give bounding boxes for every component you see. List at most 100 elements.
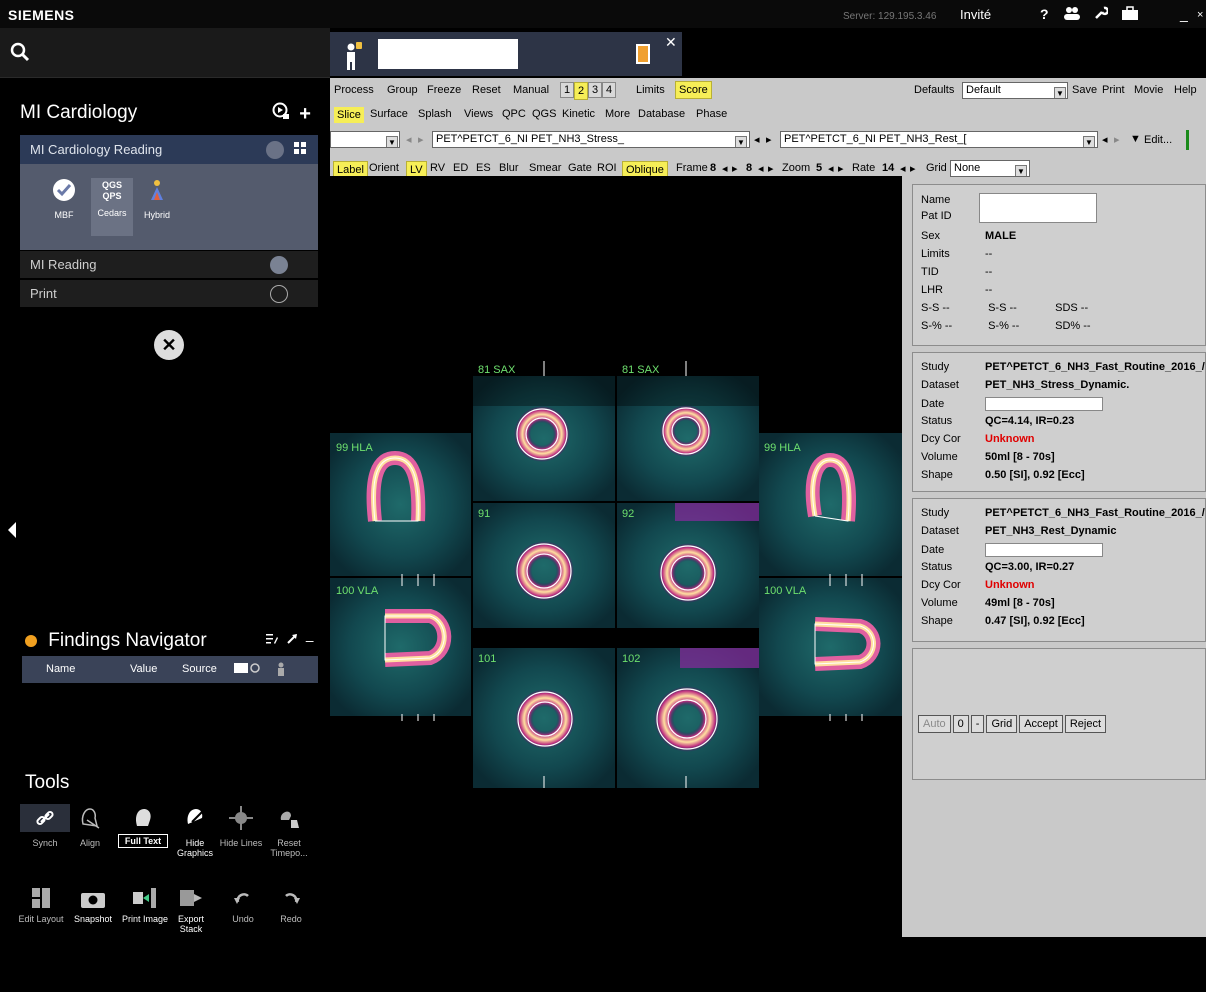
play-workflow-icon[interactable] [272, 102, 295, 125]
grid-view-icon[interactable] [294, 142, 306, 157]
arrow-right-icon[interactable]: ▸ [1114, 133, 1120, 146]
arrow-right-icon[interactable]: ▸ [910, 162, 916, 175]
menu-slice[interactable]: Slice [334, 107, 364, 123]
export-stack-tool[interactable]: Export Stack [166, 884, 216, 934]
page-3-button[interactable]: 3 [588, 82, 603, 98]
zero-button[interactable]: 0 [952, 715, 969, 733]
column-header[interactable]: Value [130, 663, 157, 675]
slice-display[interactable]: 81 SAX 81 SAX 99 HLA 99 HLA 91 92 100 VL… [330, 176, 902, 987]
image-viewer[interactable]: 81 SAX 81 SAX 99 HLA 99 HLA 91 92 100 VL… [330, 176, 902, 987]
workflow-row-mi-reading[interactable]: MI Reading [20, 250, 318, 278]
grid-button[interactable]: Grid [986, 715, 1018, 733]
close-icon[interactable]: × [1197, 9, 1203, 21]
patient-tab[interactable]: ✕ [330, 32, 682, 76]
arrow-left-icon[interactable]: ◂ [406, 133, 412, 146]
menu-process[interactable]: Process [334, 84, 374, 96]
align-tool[interactable]: Align [65, 804, 115, 848]
menu-more[interactable]: More [605, 108, 630, 120]
close-workflow-button[interactable]: ✕ [154, 330, 184, 360]
arrow-left-icon[interactable]: ◂ [758, 162, 764, 175]
menu-reset[interactable]: Reset [472, 84, 501, 96]
menu-print[interactable]: Print [1102, 84, 1125, 96]
menu-qpc[interactable]: QPC [502, 108, 526, 120]
menu-surface[interactable]: Surface [370, 108, 408, 120]
app-cedars[interactable]: QGS QPS Cedars [91, 178, 133, 236]
auto-button[interactable]: Auto [918, 715, 951, 733]
image-tile[interactable] [330, 433, 471, 576]
arrow-left-icon[interactable]: ◂ [754, 133, 760, 146]
image-tile[interactable] [473, 503, 615, 628]
synch-tool[interactable]: Synch [20, 804, 70, 848]
image-tile[interactable] [330, 578, 471, 716]
workflow-row-print[interactable]: Print [20, 279, 318, 307]
search-bar[interactable] [0, 28, 330, 78]
arrow-right-icon[interactable]: ▸ [766, 133, 772, 146]
column-header[interactable]: Source [182, 663, 217, 675]
blur-toggle[interactable]: Blur [499, 162, 519, 174]
edit-layout-tool[interactable]: Edit Layout [16, 884, 66, 924]
column-header[interactable]: Name [46, 663, 75, 675]
rv-toggle[interactable]: RV [430, 162, 445, 174]
image-tile[interactable] [759, 433, 902, 576]
wrench-icon[interactable] [1094, 6, 1110, 23]
page-2-button[interactable]: 2 [574, 82, 589, 100]
close-tab-icon[interactable]: ✕ [665, 34, 677, 51]
menu-phase[interactable]: Phase [696, 108, 727, 120]
undo-tool[interactable]: Undo [218, 884, 268, 924]
score-button[interactable]: Score [675, 81, 712, 99]
accept-button[interactable]: Accept [1019, 715, 1063, 733]
arrow-right-icon[interactable]: ▸ [768, 162, 774, 175]
minus-button[interactable]: - [970, 715, 985, 733]
menu-splash[interactable]: Splash [418, 108, 452, 120]
app-mbf[interactable]: MBF [43, 178, 85, 236]
image-tile[interactable] [617, 503, 759, 628]
gate-toggle[interactable]: Gate [568, 162, 592, 174]
reset-timepoint-tool[interactable]: Reset Timepo... [264, 804, 314, 858]
menu-qgs[interactable]: QGS [532, 108, 556, 120]
expand-icon[interactable] [286, 632, 302, 648]
menu-kinetic[interactable]: Kinetic [562, 108, 595, 120]
menu-database[interactable]: Database [638, 108, 685, 120]
stress-dataset-select[interactable]: PET^PETCT_6_NI PET_NH3_Stress_ ▼ [432, 131, 750, 148]
defaults-select[interactable]: Default ▼ [962, 82, 1068, 99]
orient-toggle[interactable]: Orient [369, 162, 399, 174]
search-icon[interactable] [10, 42, 30, 62]
reject-button[interactable]: Reject [1064, 715, 1107, 733]
image-tile[interactable] [473, 648, 615, 788]
page-1-button[interactable]: 1 [560, 82, 575, 98]
menu-views[interactable]: Views [464, 108, 493, 120]
smear-toggle[interactable]: Smear [529, 162, 561, 174]
menu-movie[interactable]: Movie [1134, 84, 1163, 96]
person-column-icon[interactable] [276, 662, 286, 679]
add-icon[interactable]: + [299, 103, 311, 125]
help-icon[interactable]: ? [1040, 6, 1049, 22]
minimize-icon[interactable]: _ [1180, 6, 1188, 22]
image-tile[interactable] [759, 578, 902, 716]
snapshot-tool[interactable]: Snapshot [68, 884, 118, 924]
full-text-tool[interactable]: Full Text [118, 804, 168, 848]
arrow-right-icon[interactable]: ▸ [418, 133, 424, 146]
hide-lines-tool[interactable]: Hide Lines [216, 804, 266, 848]
user-name[interactable]: Invité [960, 7, 991, 22]
menu-save[interactable]: Save [1072, 84, 1097, 96]
ed-toggle[interactable]: ED [453, 162, 468, 174]
rest-dataset-select[interactable]: PET^PETCT_6_NI PET_NH3_Rest_[ ▼ [780, 131, 1098, 148]
grid-select[interactable]: None ▼ [950, 160, 1030, 177]
arrow-left-icon[interactable]: ◂ [900, 162, 906, 175]
chevron-down-icon[interactable]: ▼ [1130, 133, 1141, 145]
edit-button[interactable]: Edit... [1144, 134, 1172, 146]
menu-freeze[interactable]: Freeze [427, 84, 461, 96]
image-column-icon[interactable] [234, 662, 260, 677]
es-toggle[interactable]: ES [476, 162, 491, 174]
arrow-right-icon[interactable]: ▸ [838, 162, 844, 175]
page-4-button[interactable]: 4 [602, 82, 617, 98]
arrow-left-icon[interactable]: ◂ [1102, 133, 1108, 146]
image-tile[interactable] [617, 648, 759, 788]
briefcase-icon[interactable] [1122, 6, 1138, 23]
workflow-header[interactable]: MI Cardiology Reading [20, 135, 318, 164]
image-tile[interactable] [617, 376, 759, 501]
roi-toggle[interactable]: ROI [597, 162, 617, 174]
minimize-panel-icon[interactable]: – [306, 632, 314, 648]
menu-limits[interactable]: Limits [636, 84, 665, 96]
menu-group[interactable]: Group [387, 84, 418, 96]
